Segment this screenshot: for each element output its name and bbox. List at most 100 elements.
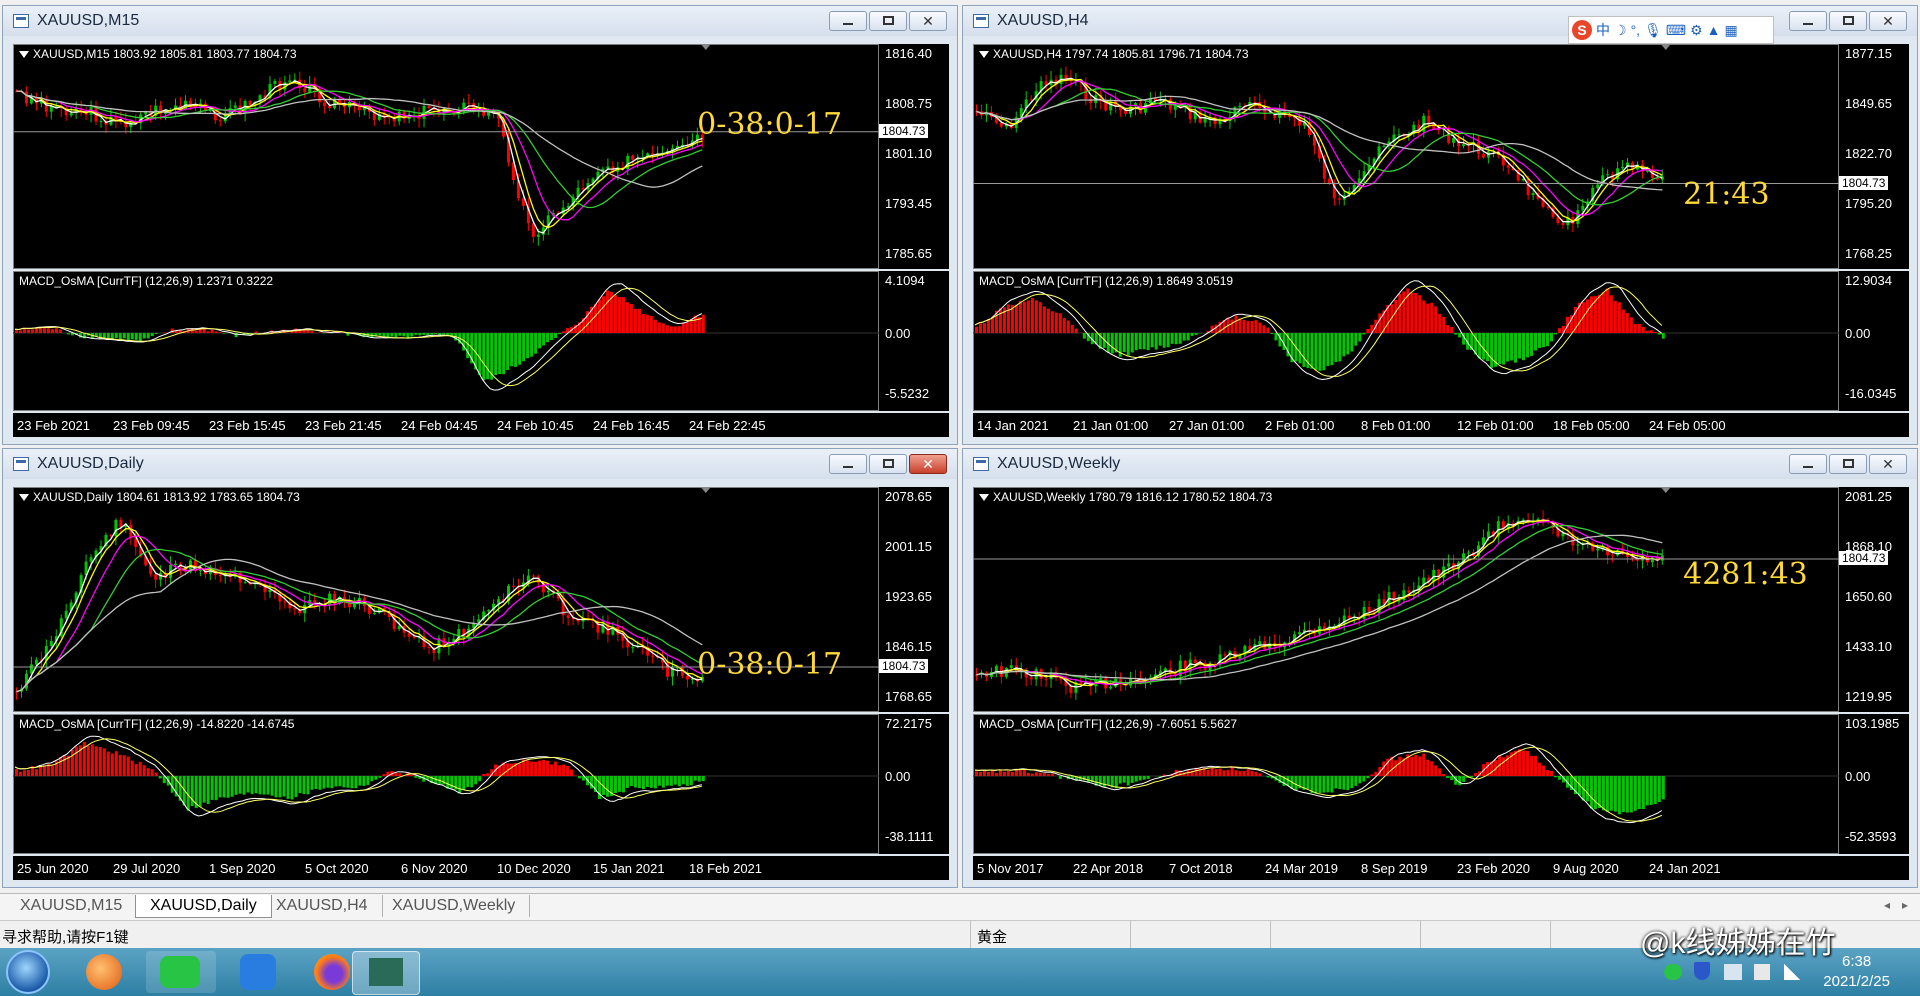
- macd-scale[interactable]: 103.1985 0.00 -52.3593: [1839, 714, 1909, 854]
- macd-bar: [681, 322, 685, 333]
- tab-scroll-left-icon[interactable]: ◂: [1884, 898, 1890, 912]
- close-button[interactable]: ✕: [1869, 454, 1907, 474]
- tray-network-icon[interactable]: [1724, 964, 1742, 980]
- macd-bar: [1502, 333, 1506, 365]
- candle: [621, 626, 625, 649]
- collapse-triangle-icon[interactable]: [19, 51, 29, 59]
- chart-window-h4[interactable]: XAUUSD,H4 ✕ XAUUSD,H4 1797.74 1805.81 1796…: [962, 5, 1918, 445]
- macd-bar: [1625, 313, 1629, 333]
- window-titlebar[interactable]: XAUUSD,Weekly ✕: [963, 449, 1917, 479]
- price-scale[interactable]: 2081.25 1868.10 1650.60 1433.10 1219.95 1804.…: [1839, 487, 1909, 712]
- chart-shift-marker-icon[interactable]: [700, 487, 711, 493]
- minimize-button[interactable]: [829, 11, 867, 31]
- tray-shield-icon[interactable]: [1694, 962, 1710, 980]
- tools-icon[interactable]: ⚙: [1690, 22, 1703, 39]
- macd-scale[interactable]: 72.2175 0.00 -38.1111: [879, 714, 949, 854]
- time-axis[interactable]: 25 Jun 2020 29 Jul 2020 1 Sep 2020 5 Oct 20…: [13, 856, 949, 880]
- macd-bar: [378, 333, 382, 336]
- ime-toolbar[interactable]: S 中 ☽ °, 🎙 ⌨ ⚙ ▲ ▦: [1568, 16, 1774, 44]
- macd-bar: [366, 776, 370, 785]
- price-chart-pane[interactable]: XAUUSD,H4 1797.74 1805.81 1796.71 1804.7…: [973, 44, 1909, 269]
- price-tick-label: 1768.65: [885, 689, 932, 704]
- macd-bar: [150, 333, 154, 337]
- tray-wechat-icon[interactable]: [1664, 964, 1682, 980]
- macd-bar: [1210, 767, 1214, 776]
- macd-bar: [1122, 333, 1126, 353]
- maximize-button[interactable]: [1829, 454, 1867, 474]
- punctuation-icon[interactable]: °,: [1631, 22, 1641, 38]
- macd-bar: [114, 751, 118, 776]
- tab-xauusd-daily[interactable]: XAUUSD,Daily: [135, 895, 272, 918]
- macd-bar: [346, 776, 350, 788]
- close-button[interactable]: ✕: [909, 11, 947, 31]
- macd-pane[interactable]: MACD_OsMA [CurrTF] (12,26,9) -14.8220 -1…: [13, 714, 949, 854]
- window-titlebar[interactable]: XAUUSD,M15 ✕: [3, 6, 957, 36]
- close-button[interactable]: ✕: [1869, 11, 1907, 31]
- chart-shift-marker-icon[interactable]: [700, 44, 711, 50]
- macd-pane[interactable]: MACD_OsMA [CurrTF] (12,26,9) 1.8649 3.05…: [973, 271, 1909, 411]
- macd-scale[interactable]: 12.9034 0.00 -16.0345: [1839, 271, 1909, 411]
- tab-scroll-right-icon[interactable]: ▸: [1902, 898, 1908, 912]
- macd-scale[interactable]: 4.1094 0.00 -5.5232: [879, 271, 949, 411]
- chart-shift-marker-icon[interactable]: [1660, 44, 1671, 50]
- moon-icon[interactable]: ☽: [1614, 22, 1627, 39]
- ma-gray-line: [976, 534, 1663, 681]
- chart-window-weekly[interactable]: XAUUSD,Weekly ✕ XAUUSD,Weekly 1780.79 1816…: [962, 448, 1918, 888]
- taskbar-notes-icon[interactable]: [222, 951, 292, 993]
- price-scale[interactable]: 2078.65 2001.15 1923.65 1846.15 1768.65 1804.…: [879, 487, 949, 712]
- taskbar-wechat-icon[interactable]: [146, 951, 216, 993]
- time-axis[interactable]: 23 Feb 2021 23 Feb 09:45 23 Feb 15:45 23 Fe…: [13, 413, 949, 437]
- sogou-logo-icon[interactable]: S: [1572, 20, 1592, 40]
- chart-window-m15[interactable]: XAUUSD,M15 ✕ XAUUSD,M15 1803.92 1805.81 18…: [2, 5, 958, 445]
- macd-bar: [1018, 769, 1022, 776]
- candle: [656, 146, 660, 160]
- macd-bar: [685, 322, 689, 333]
- macd-bar: [378, 776, 382, 778]
- price-chart-pane[interactable]: XAUUSD,M15 1803.92 1805.81 1803.77 1804.…: [13, 44, 949, 269]
- price-chart-pane[interactable]: XAUUSD,Daily 1804.61 1813.92 1783.65 180…: [13, 487, 949, 712]
- skin-icon[interactable]: ▲: [1707, 22, 1721, 38]
- microphone-icon[interactable]: 🎙: [1644, 22, 1662, 39]
- collapse-triangle-icon[interactable]: [19, 494, 29, 502]
- time-axis[interactable]: 14 Jan 2021 21 Jan 01:00 27 Jan 01:00 2 Feb…: [973, 413, 1909, 437]
- macd-bar: [1633, 776, 1637, 811]
- maximize-button[interactable]: [869, 11, 907, 31]
- tab-xauusd-h4[interactable]: XAUUSD,H4: [262, 895, 383, 917]
- macd-bar: [50, 329, 54, 333]
- tray-volume-icon[interactable]: [1754, 964, 1770, 980]
- window-titlebar[interactable]: XAUUSD,Daily ✕: [3, 449, 957, 479]
- collapse-triangle-icon[interactable]: [979, 51, 989, 59]
- price-scale[interactable]: 1877.15 1849.65 1822.70 1795.20 1768.25 1804.…: [1839, 44, 1909, 269]
- macd-bar: [214, 776, 218, 801]
- minimize-button[interactable]: [829, 454, 867, 474]
- price-chart-pane[interactable]: XAUUSD,Weekly 1780.79 1816.12 1780.52 18…: [973, 487, 1909, 712]
- collapse-triangle-icon[interactable]: [979, 494, 989, 502]
- macd-bar: [306, 330, 310, 333]
- macd-bar: [1330, 333, 1334, 366]
- start-button[interactable]: [6, 950, 50, 994]
- price-scale[interactable]: 1816.40 1808.75 1801.10 1793.45 1785.65 1804.…: [879, 44, 949, 269]
- maximize-button[interactable]: [869, 454, 907, 474]
- macd-bar: [562, 331, 566, 333]
- minimize-button[interactable]: [1789, 11, 1827, 31]
- close-button[interactable]: ✕: [909, 454, 947, 474]
- candle: [1049, 668, 1053, 688]
- taskbar-trading-terminal-icon[interactable]: [352, 951, 420, 995]
- macd-tick-label: 4.1094: [885, 273, 925, 288]
- macd-pane[interactable]: MACD_OsMA [CurrTF] (12,26,9) 1.2371 0.32…: [13, 271, 949, 411]
- time-axis[interactable]: 5 Nov 2017 22 Apr 2018 7 Oct 2018 24 Mar 20…: [973, 856, 1909, 880]
- tab-xauusd-m15[interactable]: XAUUSD,M15: [6, 895, 138, 917]
- maximize-button[interactable]: [1829, 11, 1867, 31]
- macd-pane[interactable]: MACD_OsMA [CurrTF] (12,26,9) -7.6051 5.5…: [973, 714, 1909, 854]
- chart-window-daily[interactable]: XAUUSD,Daily ✕ XAUUSD,Daily 1804.61 1813.9…: [2, 448, 958, 888]
- chart-shift-marker-icon[interactable]: [1660, 487, 1671, 493]
- grid-icon[interactable]: ▦: [1724, 22, 1737, 39]
- tab-xauusd-weekly[interactable]: XAUUSD,Weekly: [378, 895, 531, 917]
- minimize-button[interactable]: [1789, 454, 1827, 474]
- macd-bar: [1518, 333, 1522, 359]
- taskbar-app-browser-icon[interactable]: [70, 951, 140, 993]
- keyboard-icon[interactable]: ⌨: [1666, 22, 1686, 39]
- ime-lang-toggle[interactable]: 中: [1596, 20, 1610, 40]
- tray-signal-icon[interactable]: [1784, 964, 1800, 980]
- macd-tick-label: -52.3593: [1845, 829, 1897, 844]
